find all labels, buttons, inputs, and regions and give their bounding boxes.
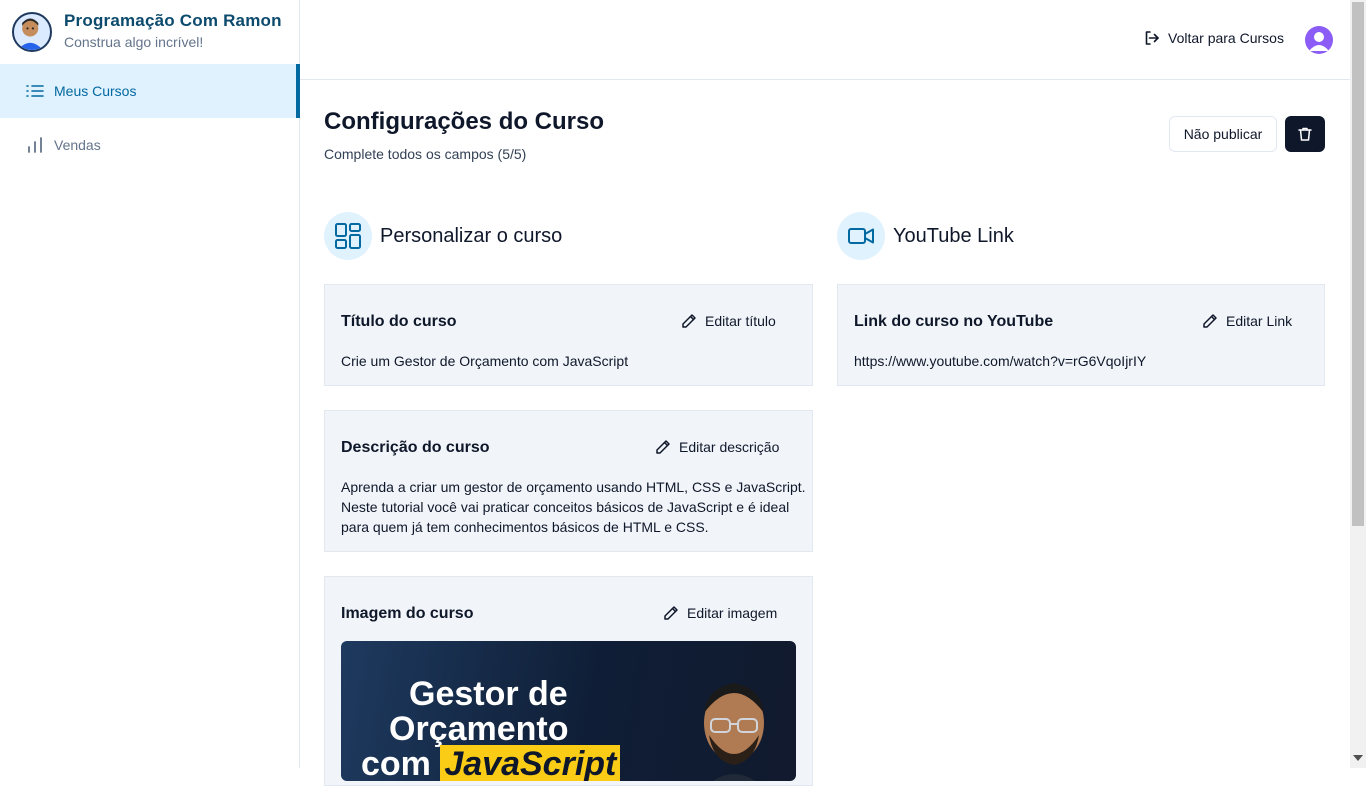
course-description-value: Aprenda a criar um gestor de orçamento u… bbox=[341, 477, 806, 537]
edit-title-button[interactable]: Editar título bbox=[681, 313, 776, 329]
thumbnail-text-line: Orçamento bbox=[389, 710, 569, 748]
thumbnail-text-line: com JavaScript bbox=[361, 745, 621, 781]
course-image-label: Imagem do curso bbox=[341, 605, 474, 622]
brand[interactable]: Programação Com Ramon Construa algo incr… bbox=[0, 0, 299, 64]
course-description-label: Descrição do curso bbox=[341, 439, 490, 456]
brand-subtitle: Construa algo incrível! bbox=[64, 34, 204, 50]
course-thumbnail: Gestor de Orçamento com JavaScript bbox=[341, 641, 796, 781]
sidebar: Programação Com Ramon Construa algo incr… bbox=[0, 0, 300, 768]
top-header: Voltar para Cursos bbox=[300, 0, 1350, 80]
pencil-icon bbox=[664, 606, 678, 620]
edit-title-label: Editar título bbox=[705, 313, 776, 329]
back-to-courses-label: Voltar para Cursos bbox=[1168, 30, 1284, 46]
pencil-icon bbox=[682, 314, 696, 328]
unpublish-button[interactable]: Não publicar bbox=[1169, 116, 1277, 152]
description-line: Aprenda a criar um gestor de orçamento u… bbox=[341, 479, 806, 495]
layout-dashboard-icon bbox=[324, 212, 372, 260]
sidebar-item-meus-cursos[interactable]: Meus Cursos bbox=[0, 64, 300, 118]
completion-status: Complete todos os campos (5/5) bbox=[324, 146, 527, 162]
brand-title: Programação Com Ramon bbox=[64, 11, 282, 30]
customize-section-title: Personalizar o curso bbox=[380, 224, 563, 247]
youtube-section-title: YouTube Link bbox=[893, 224, 1014, 247]
log-out-icon bbox=[1145, 31, 1159, 45]
description-line: Neste tutorial você vai praticar conceit… bbox=[341, 499, 790, 515]
course-title-card: Título do curso Editar título Crie um Ge… bbox=[324, 284, 813, 386]
course-description-card: Descrição do curso Editar descrição Apre… bbox=[324, 410, 813, 552]
sidebar-item-label: Meus Cursos bbox=[54, 83, 137, 99]
page-title: Configurações do Curso bbox=[324, 108, 605, 135]
scrollbar-thumb[interactable] bbox=[1352, 2, 1364, 526]
edit-image-button[interactable]: Editar imagem bbox=[663, 605, 777, 621]
user-avatar[interactable] bbox=[1305, 26, 1333, 54]
trash-icon bbox=[1298, 127, 1312, 141]
bar-chart-icon bbox=[28, 137, 42, 153]
youtube-link-label: Link do curso no YouTube bbox=[854, 313, 1054, 330]
delete-button[interactable] bbox=[1285, 116, 1325, 152]
course-title-value: Crie um Gestor de Orçamento com JavaScri… bbox=[341, 353, 629, 369]
brand-avatar bbox=[12, 12, 52, 52]
description-line: para quem já tem conhecimentos básicos d… bbox=[341, 519, 709, 535]
edit-link-button[interactable]: Editar Link bbox=[1202, 313, 1292, 329]
youtube-section-header: YouTube Link bbox=[837, 212, 1014, 260]
sidebar-item-vendas[interactable]: Vendas bbox=[0, 118, 299, 172]
customize-section-header: Personalizar o curso bbox=[324, 212, 562, 260]
scroll-down-arrow-icon[interactable] bbox=[1353, 755, 1363, 761]
pencil-icon bbox=[1203, 314, 1217, 328]
edit-description-button[interactable]: Editar descrição bbox=[655, 439, 779, 455]
sidebar-item-label: Vendas bbox=[54, 137, 101, 153]
thumbnail-text-line: Gestor de bbox=[409, 675, 568, 713]
instructor-photo bbox=[704, 683, 764, 781]
course-image-card: Imagem do curso Editar imagem Gestor de … bbox=[324, 576, 813, 786]
back-to-courses-button[interactable]: Voltar para Cursos bbox=[1144, 30, 1284, 46]
youtube-link-value: https://www.youtube.com/watch?v=rG6VqoIj… bbox=[854, 353, 1147, 369]
thumbnail-text-prefix: com bbox=[361, 745, 441, 781]
edit-link-label: Editar Link bbox=[1226, 313, 1293, 329]
video-icon bbox=[837, 212, 885, 260]
thumbnail-text-highlight: JavaScript bbox=[440, 745, 621, 781]
pencil-icon bbox=[656, 440, 670, 454]
page-scrollbar[interactable] bbox=[1350, 0, 1366, 768]
course-title-label: Título do curso bbox=[341, 313, 457, 330]
list-icon bbox=[26, 85, 44, 97]
edit-image-label: Editar imagem bbox=[687, 605, 778, 621]
youtube-link-card: Link do curso no YouTube Editar Link htt… bbox=[837, 284, 1325, 386]
edit-description-label: Editar descrição bbox=[679, 439, 780, 455]
